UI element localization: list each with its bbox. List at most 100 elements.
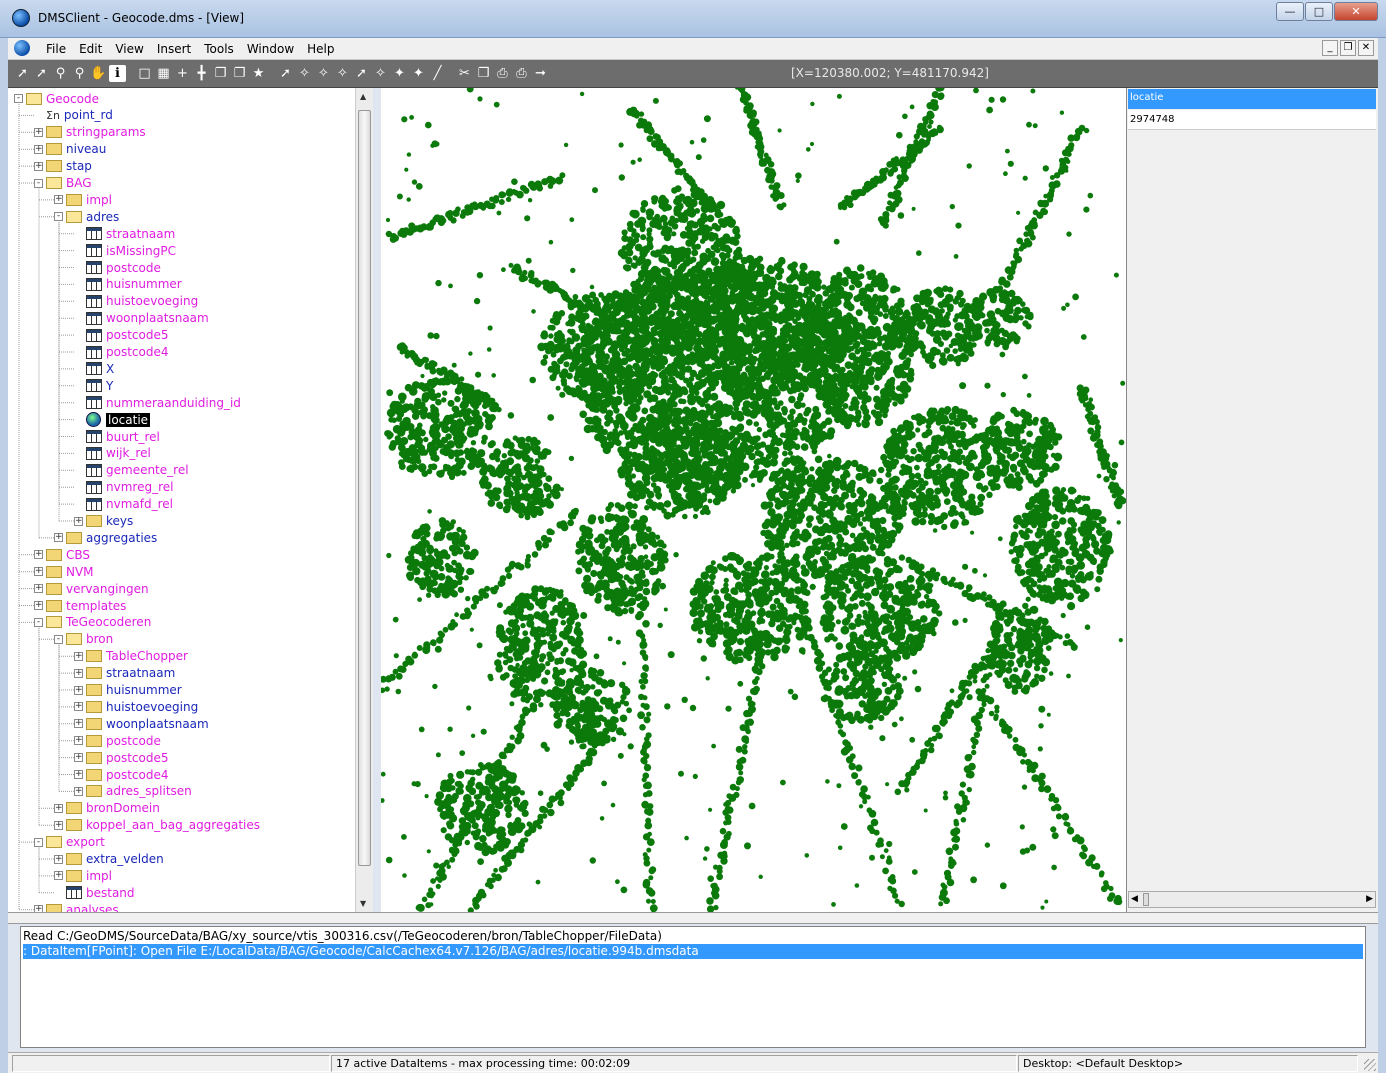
tree-item[interactable]: + TableChopper xyxy=(74,648,188,665)
info-icon[interactable]: ℹ xyxy=(109,65,126,82)
tree-item[interactable]: + impl xyxy=(54,191,112,208)
print-icon[interactable]: ⎙ xyxy=(494,65,511,82)
tree-item[interactable]: + extra_velden xyxy=(54,851,164,868)
map-view[interactable] xyxy=(381,88,1126,912)
maximize-button[interactable]: □ xyxy=(1305,2,1333,21)
select-tool-icon[interactable]: ➚ xyxy=(33,65,50,82)
scroll-left-icon[interactable]: ◀ xyxy=(1131,894,1138,904)
tree-item[interactable]: locatie xyxy=(74,411,151,428)
tree-item[interactable]: + CBS xyxy=(34,546,90,563)
tree-item[interactable]: + huisnummer xyxy=(74,682,182,699)
tree-item[interactable]: nvmafd_rel xyxy=(74,496,173,513)
tree-item[interactable]: gemeente_rel xyxy=(74,462,189,479)
tree-item[interactable]: + straatnaam xyxy=(74,665,175,682)
panel-splitter[interactable] xyxy=(8,912,1378,924)
table-view-icon[interactable]: ▦ xyxy=(155,65,172,82)
crosshair-icon[interactable]: + xyxy=(174,65,191,82)
detail-horizontal-scrollbar[interactable]: ◀ ▶ xyxy=(1128,891,1376,908)
collapse-icon[interactable]: - xyxy=(54,634,63,644)
point-icon[interactable]: ✧ xyxy=(296,65,313,82)
tree-item[interactable]: - TeGeocoderen xyxy=(34,614,151,631)
expand-icon[interactable]: + xyxy=(34,567,43,577)
log-line-selected[interactable]: : DataItem[FPoint]: Open File E:/LocalDa… xyxy=(23,944,1363,959)
collapse-icon[interactable]: - xyxy=(34,837,43,847)
close-button[interactable]: ✕ xyxy=(1334,2,1378,21)
tree-item[interactable]: X xyxy=(74,360,114,377)
tree-item[interactable]: huisnummer xyxy=(74,276,182,293)
collapse-icon[interactable]: - xyxy=(14,94,23,103)
detail-scroll-thumb[interactable] xyxy=(1143,893,1149,906)
tree-item[interactable]: isMissingPC xyxy=(74,242,176,259)
mdi-minimize-button[interactable]: _ xyxy=(1322,40,1338,56)
node-add-icon[interactable]: ✦ xyxy=(410,65,427,82)
tree-view[interactable]: - Geocode Σn point_rd + stringparams + niveau + s… xyxy=(8,88,373,912)
tree-item[interactable]: Σn point_rd xyxy=(34,107,113,124)
tree-item[interactable]: huistoevoeging xyxy=(74,293,198,310)
expand-icon[interactable]: + xyxy=(34,161,43,171)
title-bar[interactable]: DMSClient - Geocode.dms - [View] — □ ✕ xyxy=(0,0,1386,38)
tree-item[interactable]: postcode4 xyxy=(74,344,169,361)
paste-icon[interactable]: ❐ xyxy=(231,65,248,82)
rect-select-icon[interactable]: □ xyxy=(136,65,153,82)
collapse-icon[interactable]: - xyxy=(34,617,43,627)
cut-icon[interactable]: ✂ xyxy=(456,65,473,82)
mdi-globe-icon[interactable] xyxy=(14,40,30,56)
exit-icon[interactable]: ➞ xyxy=(532,65,549,82)
event-log[interactable]: Read C:/GeoDMS/SourceData/BAG/xy_source/… xyxy=(20,926,1366,1048)
scroll-up-icon[interactable]: ▲ xyxy=(360,92,366,101)
expand-icon[interactable]: + xyxy=(74,736,83,746)
export-icon[interactable]: ❐ xyxy=(475,65,492,82)
expand-icon[interactable]: + xyxy=(34,127,43,137)
tree-item[interactable]: postcode xyxy=(74,259,161,276)
tree-item[interactable]: woonplaatsnaam xyxy=(74,310,209,327)
tree-item[interactable]: postcode5 xyxy=(74,327,169,344)
expand-icon[interactable]: + xyxy=(74,753,83,763)
save-icon[interactable]: ⎙ xyxy=(513,65,530,82)
tree-item[interactable]: + niveau xyxy=(34,141,106,158)
expand-icon[interactable]: + xyxy=(74,786,83,796)
tree-item[interactable]: + templates xyxy=(34,597,126,614)
mdi-close-button[interactable]: ✕ xyxy=(1358,40,1374,56)
tree-item[interactable]: + NVM xyxy=(34,563,94,580)
expand-icon[interactable]: + xyxy=(54,533,63,543)
scroll-thumb[interactable] xyxy=(358,110,371,866)
expand-icon[interactable]: + xyxy=(54,820,63,830)
tree-vertical-scrollbar[interactable]: ▲ ▼ xyxy=(355,88,373,912)
copy-icon[interactable]: ❐ xyxy=(212,65,229,82)
mdi-restore-button[interactable]: ❐ xyxy=(1340,40,1356,56)
expand-icon[interactable]: + xyxy=(34,144,43,154)
tree-item[interactable]: + postcode xyxy=(74,732,161,749)
tree-item[interactable]: straatnaam xyxy=(74,225,175,242)
measure-icon[interactable]: ╋ xyxy=(193,65,210,82)
tree-item[interactable]: nummeraanduiding_id xyxy=(74,394,241,411)
expand-icon[interactable]: + xyxy=(34,550,43,560)
tree-item[interactable]: + keys xyxy=(74,513,133,530)
zoom-in-icon[interactable]: ⚲ xyxy=(52,65,69,82)
log-line[interactable]: Read C:/GeoDMS/SourceData/BAG/xy_source/… xyxy=(23,929,662,944)
tree-item[interactable]: Y xyxy=(74,377,113,394)
expand-icon[interactable]: + xyxy=(34,584,43,594)
menu-help[interactable]: Help xyxy=(307,42,334,56)
zoom-out-icon[interactable]: ⚲ xyxy=(71,65,88,82)
expand-icon[interactable]: + xyxy=(54,803,63,813)
legend-icon[interactable]: ★ xyxy=(250,65,267,82)
scroll-down-icon[interactable]: ▼ xyxy=(360,899,366,908)
menu-file[interactable]: File xyxy=(46,42,66,56)
expand-icon[interactable]: + xyxy=(54,195,63,205)
tree-item[interactable]: + vervangingen xyxy=(34,580,149,597)
tree-item[interactable]: + postcode4 xyxy=(74,766,169,783)
menu-edit[interactable]: Edit xyxy=(79,42,102,56)
tree-item[interactable]: bestand xyxy=(54,884,135,901)
tree-item[interactable]: + woonplaatsnaam xyxy=(74,715,209,732)
tree-item[interactable]: + analyses xyxy=(34,901,119,912)
expand-icon[interactable]: + xyxy=(74,516,83,526)
tree-item[interactable]: + aggregaties xyxy=(54,529,157,546)
tree-item[interactable]: - Geocode xyxy=(14,90,99,107)
point-add-icon[interactable]: ✧ xyxy=(315,65,332,82)
detail-header[interactable]: locatie xyxy=(1128,89,1376,109)
expand-icon[interactable]: + xyxy=(34,601,43,610)
tree-item[interactable]: + huistoevoeging xyxy=(74,698,198,715)
expand-icon[interactable]: + xyxy=(74,668,83,678)
tree-item[interactable]: - export xyxy=(34,834,105,851)
hand-icon[interactable]: ✋ xyxy=(90,65,107,82)
